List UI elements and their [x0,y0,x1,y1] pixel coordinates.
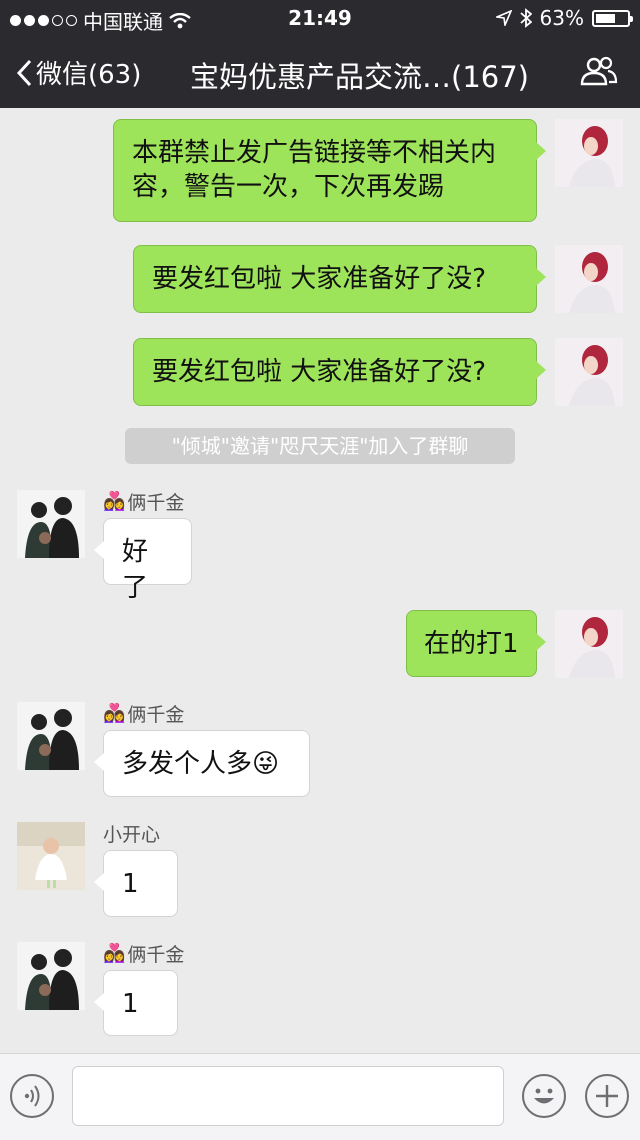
message-input[interactable] [72,1066,504,1126]
group-members-button[interactable] [580,56,618,90]
message-bubble[interactable]: 要发红包啦 大家准备好了没? [133,245,546,313]
message-bubble[interactable]: 1 [94,970,178,1036]
message-bubble[interactable]: 多发个人多😜 [94,730,310,797]
my-avatar[interactable] [555,610,623,678]
location-arrow-icon [495,10,512,26]
message-bubble[interactable]: 1 [94,850,178,917]
sender-name: 俩千金 [127,944,185,966]
couple-emoji-icon: 👩‍❤️‍👩 [103,943,126,964]
plus-icon [596,1085,618,1107]
emoji-button[interactable] [522,1074,566,1118]
member-avatar[interactable] [17,822,85,890]
more-button[interactable] [585,1074,629,1118]
emoji-icon [534,1088,554,1104]
winking-tongue-emoji: 😜 [252,749,280,779]
sender-name-row: 👩‍❤️‍👩 俩千金 [103,700,184,727]
member-avatar[interactable] [17,490,85,558]
group-members-icon [580,56,618,86]
message-text: 要发红包啦 大家准备好了没? [152,264,487,294]
battery-icon [592,9,633,27]
message-bubble[interactable]: 要发红包啦 大家准备好了没? [133,338,546,406]
voice-button[interactable] [10,1074,54,1118]
navigation-bar: 微信(63) 宝妈优惠产品交流…(167) [0,36,640,108]
input-bar [0,1053,640,1140]
back-button[interactable]: 微信(63) [16,54,141,91]
message-text: 1 [122,989,139,1019]
chevron-left-icon [16,59,32,86]
voice-icon [24,1085,40,1107]
my-avatar[interactable] [555,338,623,406]
message-text: 多发个人多 [122,749,253,779]
my-avatar[interactable] [555,245,623,313]
sender-name-row: 小开心 [103,820,160,847]
sender-name: 俩千金 [127,492,185,514]
message-text: 1 [122,869,139,899]
sender-name-row: 👩‍❤️‍👩 俩千金 [103,940,184,967]
sender-name-row: 👩‍❤️‍👩 俩千金 [103,488,184,515]
member-avatar[interactable] [17,702,85,770]
battery-percentage: 63% [539,6,584,30]
member-avatar[interactable] [17,942,85,1010]
message-bubble[interactable]: 在的打1 [406,610,546,677]
message-text: 在的打1 [424,629,519,659]
system-notice: "倾城"邀请"咫尺天涯"加入了群聊 [125,428,515,464]
message-bubble[interactable]: 好了 [94,518,192,603]
sender-name: 俩千金 [127,704,185,726]
couple-emoji-icon: 👩‍❤️‍👩 [103,491,126,512]
back-label: 微信(63) [36,60,142,90]
message-text: 要发红包啦 大家准备好了没? [152,357,487,387]
chat-title: 宝妈优惠产品交流…(167) [190,60,529,94]
sender-name: 小开心 [103,824,161,846]
message-text: 好了 [122,537,149,603]
message-text: 本群禁止发广告链接等不相关内容，警告一次，下次再发踢 [132,138,497,202]
bluetooth-icon [519,8,532,28]
message-bubble[interactable]: 本群禁止发广告链接等不相关内容，警告一次，下次再发踢 [113,119,546,222]
top-bar: 中国联通 21:49 63% 微信(63) 宝妈优惠产品交流…(167) [0,0,640,108]
couple-emoji-icon: 👩‍❤️‍👩 [103,703,126,724]
status-bar: 中国联通 21:49 63% [0,0,640,36]
my-avatar[interactable] [555,119,623,187]
